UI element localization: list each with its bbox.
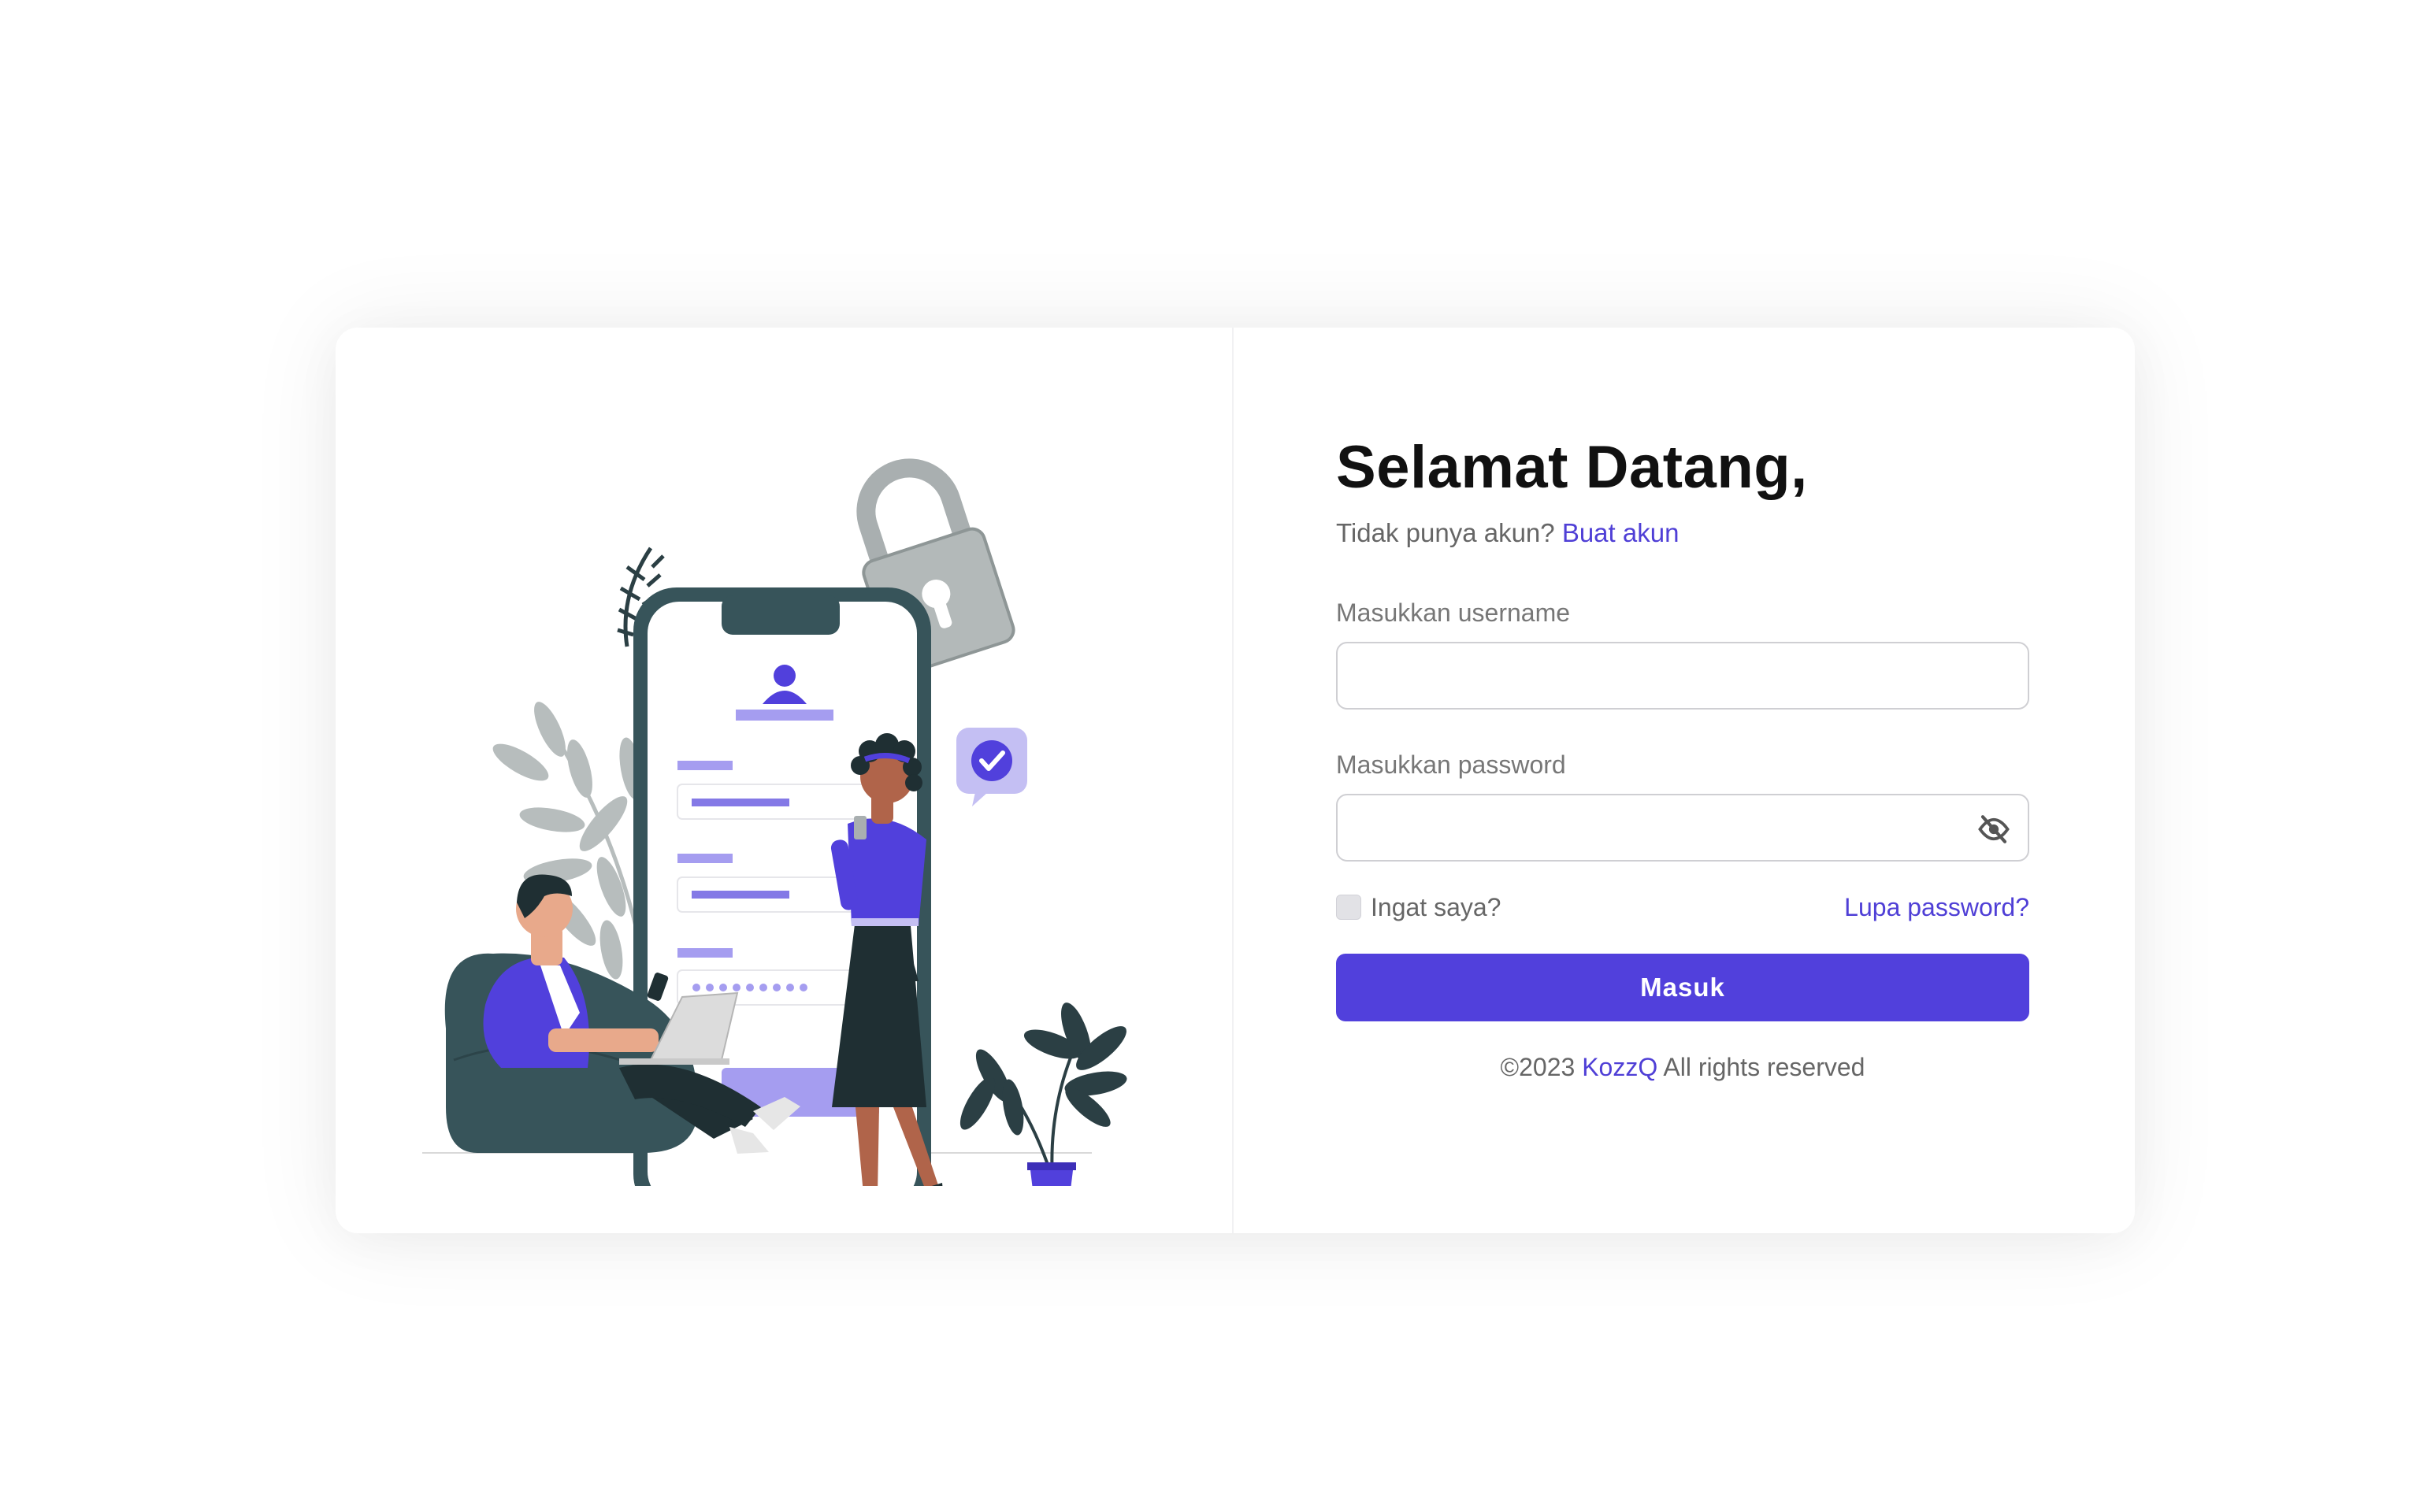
footer-copyright: ©2023 KozzQ All rights reserved: [1336, 1053, 2029, 1082]
remember-forgot-row: Ingat saya? Lupa password?: [1336, 893, 2029, 922]
username-field-wrapper: [1336, 641, 2029, 710]
footer-prefix: ©2023: [1500, 1052, 1576, 1081]
remember-label: Ingat saya?: [1371, 892, 1501, 921]
forgot-password-link[interactable]: Lupa password?: [1844, 893, 2029, 922]
password-input[interactable]: [1338, 795, 2028, 860]
eye-slash-icon[interactable]: [1977, 813, 2010, 846]
login-form: Selamat Datang, Tidak punya akun? Buat a…: [1336, 435, 2029, 1082]
illustration-panel: [336, 328, 1234, 1233]
login-panel: Selamat Datang, Tidak punya akun? Buat a…: [1234, 328, 2135, 1233]
username-label: Masukkan username: [1336, 598, 1571, 627]
footer-suffix: All rights reserved: [1663, 1052, 1865, 1081]
login-illustration: [422, 458, 1127, 1186]
password-label: Masukkan password: [1336, 750, 1566, 779]
login-button[interactable]: Masuk: [1336, 953, 2029, 1021]
password-field-wrapper: [1336, 793, 2029, 862]
create-account-link[interactable]: Buat akun: [1562, 518, 1680, 547]
remember-checkbox[interactable]: [1336, 895, 1361, 921]
remember-me[interactable]: Ingat saya?: [1336, 893, 1501, 922]
login-card: Selamat Datang, Tidak punya akun? Buat a…: [336, 328, 2135, 1233]
signup-prompt: Tidak punya akun? Buat akun: [1336, 518, 2029, 548]
footer-brand-link[interactable]: KozzQ: [1582, 1053, 1657, 1081]
username-input[interactable]: [1338, 643, 2028, 708]
page-title: Selamat Datang,: [1336, 434, 1808, 501]
potted-plant-icon: [959, 1002, 1127, 1186]
no-account-text: Tidak punya akun?: [1336, 517, 1555, 547]
